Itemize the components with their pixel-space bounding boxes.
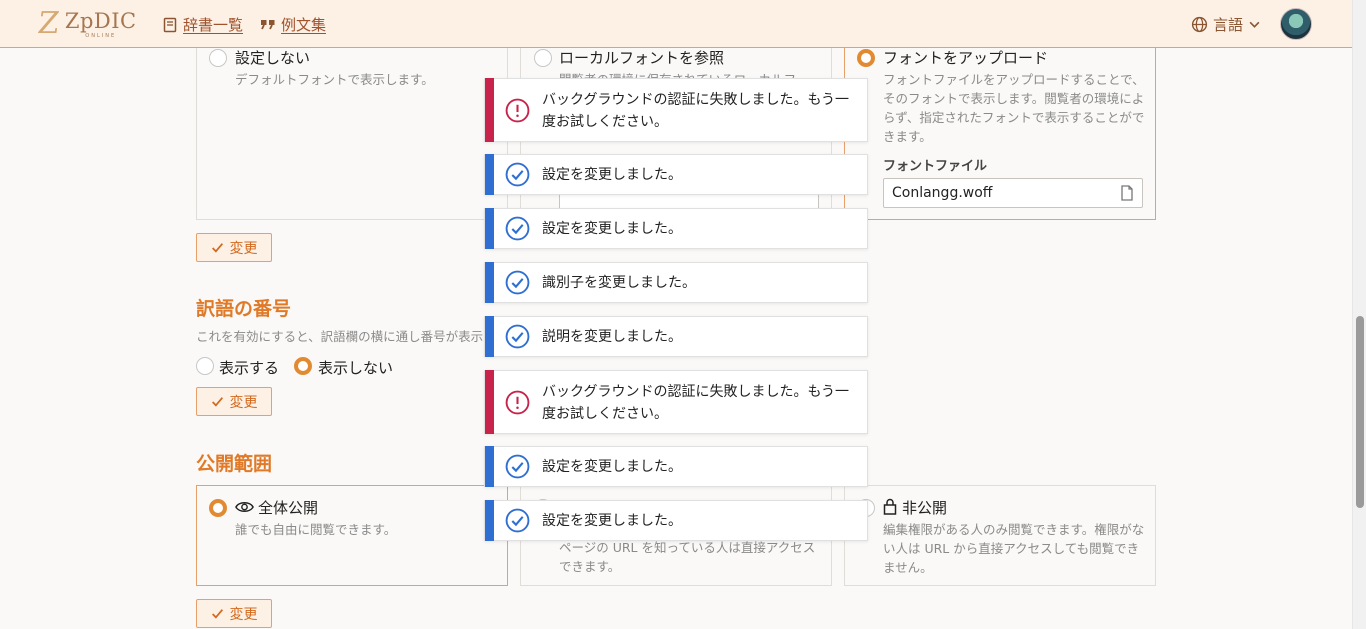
language-label: 言語	[1213, 16, 1244, 34]
toast-success[interactable]: 識別子を変更しました。	[484, 262, 868, 303]
toast-message: バックグラウンドの認証に失敗しました。もう一度お試しください。	[542, 92, 850, 130]
font-upload-title: フォントをアップロード	[883, 49, 1049, 67]
font-none-radio[interactable]	[209, 49, 227, 67]
equivalent-numbers-title: 訳語の番号	[196, 298, 292, 320]
check-icon	[211, 397, 223, 407]
chevron-down-icon	[1249, 21, 1260, 28]
toast-success[interactable]: 設定を変更しました。	[484, 208, 868, 249]
check-icon	[211, 609, 223, 619]
nav-examples-label: 例文集	[281, 16, 327, 34]
font-change-button[interactable]: 変更	[196, 233, 272, 262]
toast-success-bar	[485, 154, 494, 195]
visibility-private-card[interactable]: 非公開 編集権限がある人のみ閲覧できます。権限がない人は URL から直接アクセ…	[844, 485, 1156, 586]
toast-success[interactable]: 設定を変更しました。	[484, 446, 868, 487]
toast-success-bar	[485, 262, 494, 303]
app-header: Z ZpDIC ONLINE 辞書一覧 例文集 言語	[0, 0, 1352, 48]
font-file-value: Conlangg.woff	[892, 185, 993, 201]
check-icon	[211, 243, 223, 253]
check-circle-icon	[505, 270, 530, 295]
language-menu[interactable]: 言語	[1191, 14, 1261, 35]
font-upload-radio[interactable]	[857, 49, 875, 67]
check-circle-icon	[505, 162, 530, 187]
toast-error[interactable]: バックグラウンドの認証に失敗しました。もう一度お試しください。	[484, 78, 868, 142]
equivalent-numbers-desc: これを有効にすると、訳語欄の横に通し番号が表示	[196, 329, 484, 344]
check-circle-icon	[505, 454, 530, 479]
toast-message: バックグラウンドの認証に失敗しました。もう一度お試しください。	[542, 384, 850, 422]
scrollbar-thumb[interactable]	[1356, 316, 1364, 508]
eye-icon	[235, 502, 254, 512]
visibility-change-label: 変更	[229, 606, 258, 623]
toast-success[interactable]: 説明を変更しました。	[484, 316, 868, 357]
font-change-label: 変更	[229, 240, 258, 257]
toast-error-bar	[485, 78, 494, 142]
logo[interactable]: Z ZpDIC ONLINE	[35, 6, 137, 41]
font-none-desc: デフォルトフォントで表示します。	[235, 72, 434, 87]
numbers-change-label: 変更	[229, 394, 258, 411]
alert-circle-icon	[505, 98, 530, 123]
toast-success-bar	[485, 500, 494, 541]
font-local-title: ローカルフォントを参照	[559, 49, 725, 67]
font-option-none-card[interactable]: 設定しない デフォルトフォントで表示します。	[196, 30, 508, 220]
toast-success-bar	[485, 208, 494, 249]
toast-message: 設定を変更しました。	[542, 459, 682, 475]
toast-success[interactable]: 設定を変更しました。	[484, 500, 868, 541]
visibility-public-card[interactable]: 全体公開 誰でも自由に閲覧できます。	[196, 485, 508, 586]
toast-error-bar	[485, 370, 494, 434]
numbers-hide-radio[interactable]	[294, 357, 312, 375]
logo-text: ZpDIC	[64, 9, 137, 33]
visibility-unlisted-desc: ページの URL を知っている人は直接アクセスできます。	[559, 540, 816, 574]
lock-icon	[883, 498, 897, 515]
numbers-change-button[interactable]: 変更	[196, 387, 272, 416]
visibility-change-button[interactable]: 変更	[196, 599, 272, 628]
visibility-title: 公開範囲	[196, 453, 273, 475]
numbers-show-label[interactable]: 表示する	[219, 357, 279, 378]
book-icon	[163, 17, 177, 32]
font-upload-desc: フォントファイルをアップロードすることで、そのフォントで表示します。閲覧者の環境…	[883, 72, 1145, 144]
toast-message: 説明を変更しました。	[542, 329, 682, 345]
user-avatar[interactable]	[1280, 8, 1312, 40]
font-file-label: フォントファイル	[883, 159, 988, 174]
toast-message: 設定を変更しました。	[542, 513, 682, 529]
toast-error[interactable]: バックグラウンドの認証に失敗しました。もう一度お試しください。	[484, 370, 868, 434]
font-file-input[interactable]: Conlangg.woff	[883, 178, 1143, 208]
toast-message: 設定を変更しました。	[542, 221, 682, 237]
font-none-title: 設定しない	[235, 49, 311, 67]
nav-dictionaries-link[interactable]: 辞書一覧	[162, 14, 243, 35]
check-circle-icon	[505, 324, 530, 349]
logo-mark: Z	[35, 6, 62, 41]
logo-subtext: ONLINE	[85, 33, 117, 39]
globe-icon	[1191, 16, 1208, 33]
toast-message: 識別子を変更しました。	[542, 275, 696, 291]
check-circle-icon	[505, 216, 530, 241]
nav-examples-link[interactable]: 例文集	[260, 14, 326, 35]
visibility-private-desc: 編集権限がある人のみ閲覧できます。権限がない人は URL から直接アクセスしても…	[883, 522, 1145, 575]
nav-dictionaries-label: 辞書一覧	[183, 16, 244, 34]
check-circle-icon	[505, 508, 530, 533]
numbers-show-radio[interactable]	[196, 357, 214, 375]
alert-circle-icon	[505, 390, 530, 415]
file-icon	[1121, 185, 1133, 201]
quote-icon	[261, 19, 275, 29]
numbers-hide-label[interactable]: 表示しない	[318, 357, 393, 378]
visibility-private-title: 非公開	[902, 499, 948, 517]
font-local-radio[interactable]	[534, 49, 552, 67]
toast-success-bar	[485, 446, 494, 487]
toast-success-bar	[485, 316, 494, 357]
visibility-public-radio[interactable]	[209, 499, 227, 517]
visibility-public-title: 全体公開	[258, 499, 319, 517]
toast-success[interactable]: 設定を変更しました。	[484, 154, 868, 195]
page-scrollbar[interactable]	[1352, 0, 1366, 629]
toast-message: 設定を変更しました。	[542, 167, 682, 183]
visibility-public-desc: 誰でも自由に閲覧できます。	[235, 522, 397, 537]
